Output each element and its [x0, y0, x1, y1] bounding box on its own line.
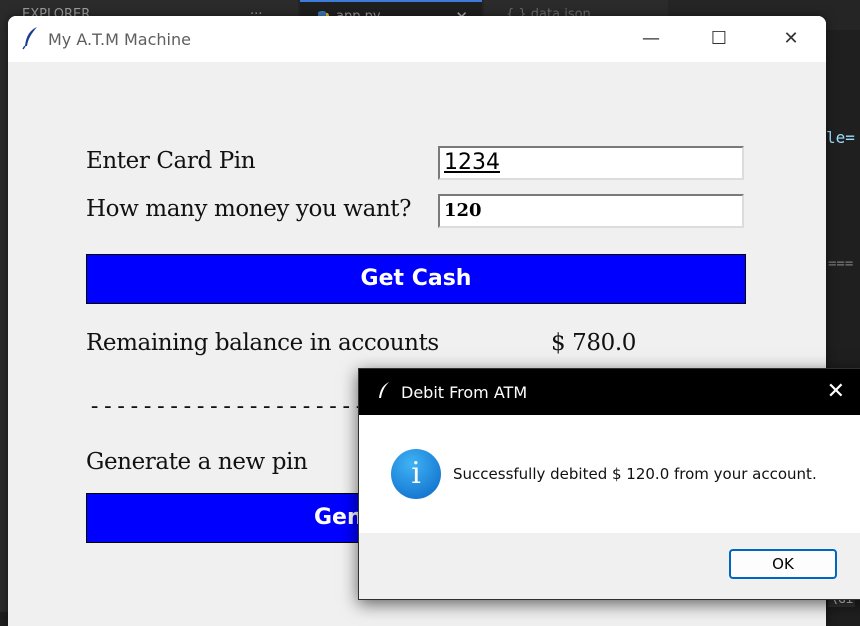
code-fragment: ===	[828, 256, 854, 272]
close-button[interactable]: ✕	[776, 24, 806, 54]
balance-label: Remaining balance in accounts	[86, 330, 439, 356]
minimize-button[interactable]: —	[636, 24, 666, 54]
window-titlebar[interactable]: My A.T.M Machine — ☐ ✕	[8, 16, 826, 62]
amount-input[interactable]: 120	[438, 194, 744, 228]
get-cash-button[interactable]: Get Cash	[86, 254, 746, 304]
info-icon: i	[391, 449, 441, 499]
window-title: My A.T.M Machine	[48, 30, 191, 49]
dialog-title: Debit From ATM	[401, 383, 528, 402]
dialog-message: Successfully debited $ 120.0 from your a…	[453, 465, 817, 483]
ok-button[interactable]: OK	[729, 549, 837, 579]
amount-label: How many money you want?	[86, 196, 412, 222]
activity-bar	[0, 30, 8, 612]
pin-input[interactable]: 1234	[438, 146, 744, 180]
dialog-close-button[interactable]: ✕	[827, 377, 845, 407]
debit-dialog: Debit From ATM ✕ i Successfully debited …	[358, 368, 860, 600]
tk-feather-icon	[22, 27, 37, 50]
balance-value: $ 780.0	[551, 330, 636, 356]
dialog-titlebar[interactable]: Debit From ATM ✕	[359, 369, 860, 415]
new-pin-label: Generate a new pin	[86, 449, 308, 475]
dialog-body: i Successfully debited $ 120.0 from your…	[359, 415, 860, 533]
pin-label: Enter Card Pin	[86, 148, 256, 174]
maximize-button[interactable]: ☐	[704, 24, 734, 54]
code-fragment: le=	[826, 128, 855, 147]
tk-feather-icon	[379, 382, 389, 398]
